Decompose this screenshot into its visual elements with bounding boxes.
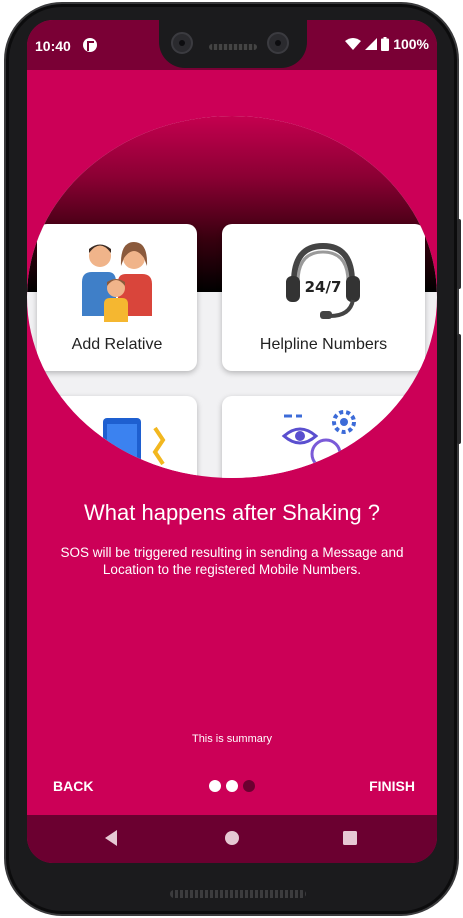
page-dot-1[interactable] <box>209 780 221 792</box>
svg-text:24/7: 24/7 <box>305 278 342 296</box>
card-label-add-relative: Add Relative <box>71 336 163 353</box>
card-shake-sos <box>37 396 197 478</box>
volume-button <box>457 334 461 444</box>
finish-button[interactable]: FINISH <box>369 778 415 794</box>
recents-square-icon[interactable] <box>341 829 359 847</box>
intro-description: SOS will be triggered resulting in sendi… <box>60 545 404 577</box>
headset-247-icon: 24/7 <box>286 242 360 319</box>
idea-settings-icon <box>281 410 356 478</box>
family-icon <box>82 242 152 322</box>
status-icons: 100% <box>345 36 429 52</box>
app-screen: 10:40 100% Add Relative 24/7 Helpline Nu… <box>27 20 437 863</box>
card-helpline-numbers: 24/7 Helpline Numbers <box>222 224 425 371</box>
page-indicator <box>209 780 255 792</box>
card-label-helpline-numbers: Helpline Numbers <box>259 336 388 353</box>
card-add-relative: Add Relative <box>37 224 197 371</box>
card-tips <box>222 396 425 478</box>
status-time: 10:40 <box>35 38 71 54</box>
home-circle-icon[interactable] <box>223 829 241 847</box>
camera-notch <box>159 20 307 68</box>
earpiece-speaker <box>209 44 257 50</box>
page-dot-3[interactable] <box>243 780 255 792</box>
back-triangle-icon[interactable] <box>103 829 121 847</box>
battery-icon <box>381 37 390 51</box>
back-button[interactable]: BACK <box>53 778 93 794</box>
intro-illustration: Add Relative 24/7 Helpline Numbers <box>27 116 437 478</box>
bottom-speaker <box>170 890 306 898</box>
phone-shake-icon <box>78 418 166 478</box>
signal-icon <box>365 38 378 50</box>
page-dot-2-active[interactable] <box>226 780 238 792</box>
app-notification-icon <box>83 38 97 52</box>
battery-percentage: 100% <box>393 36 429 52</box>
system-navigation-bar <box>27 815 437 863</box>
front-camera-left <box>171 32 193 54</box>
wifi-icon <box>345 38 362 50</box>
intro-title: What happens after Shaking ? <box>84 500 380 525</box>
intro-summary: This is summary <box>191 733 273 745</box>
power-button <box>457 219 461 289</box>
front-camera-right <box>267 32 289 54</box>
